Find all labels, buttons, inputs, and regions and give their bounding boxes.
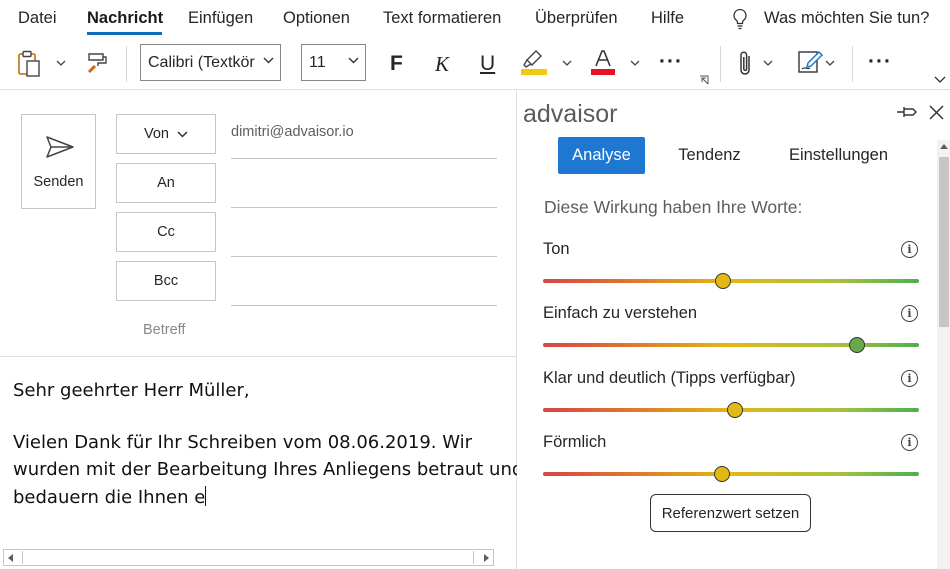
font-name-select[interactable]: Calibri (Textkör xyxy=(140,44,281,81)
metric-label: Klar und deutlich (Tipps verfügbar) xyxy=(543,369,796,387)
tab-analyse[interactable]: Analyse xyxy=(558,137,645,174)
body-line-with-cursor: bedauern die Ihnen e xyxy=(13,486,207,508)
menu-hilfe[interactable]: Hilfe xyxy=(651,9,684,28)
bcc-input[interactable] xyxy=(231,305,497,306)
metric-slider-knob[interactable] xyxy=(726,402,743,418)
lightbulb-icon[interactable] xyxy=(731,8,749,30)
to-button[interactable]: An xyxy=(116,163,216,203)
metric-slider-knob[interactable] xyxy=(713,466,730,482)
tell-me-search[interactable]: Was möchten Sie tun? xyxy=(764,9,929,28)
scroll-up-arrow-icon[interactable] xyxy=(940,144,948,149)
subject-label: Betreff xyxy=(143,322,186,338)
body-line: wurden mit der Bearbeitung Ihres Anliege… xyxy=(13,459,524,480)
info-icon[interactable]: i xyxy=(901,434,918,451)
metric-label: Förmlich xyxy=(543,433,607,451)
bcc-label: Bcc xyxy=(153,273,179,289)
close-icon[interactable] xyxy=(929,105,944,120)
menu-optionen[interactable]: Optionen xyxy=(283,9,350,28)
toolbar-divider xyxy=(720,46,721,82)
toolbar-divider xyxy=(852,46,853,82)
menu-text-formatieren[interactable]: Text formatieren xyxy=(383,9,501,28)
send-icon xyxy=(46,136,74,158)
dialog-launcher-icon[interactable] xyxy=(699,75,709,85)
pane-title: advaisor xyxy=(523,100,618,128)
font-color-chevron-down-icon[interactable] xyxy=(630,60,640,66)
menu-nachricht[interactable]: Nachricht xyxy=(87,9,163,28)
signature-icon[interactable] xyxy=(797,49,823,75)
italic-button[interactable]: K xyxy=(435,52,449,77)
cc-label: Cc xyxy=(157,224,175,240)
tab-tendenz[interactable]: Tendenz xyxy=(666,137,753,174)
format-painter-icon[interactable] xyxy=(86,50,112,74)
info-icon[interactable]: i xyxy=(901,241,918,258)
chevron-down-icon xyxy=(263,57,274,64)
attach-chevron-down-icon[interactable] xyxy=(763,60,773,66)
to-label: An xyxy=(157,175,175,191)
signature-chevron-down-icon[interactable] xyxy=(825,60,835,66)
scroll-left-arrow-icon[interactable] xyxy=(8,554,13,562)
from-label: Von xyxy=(144,126,169,142)
body-line: bedauern die Ihnen e xyxy=(13,487,206,508)
toolbar-divider xyxy=(126,46,127,82)
menu-ueberpruefen[interactable]: Überprüfen xyxy=(535,9,618,28)
paste-chevron-down-icon[interactable] xyxy=(56,60,66,66)
from-field-underline xyxy=(231,158,497,159)
menu-bar: Datei Nachricht Einfügen Optionen Text f… xyxy=(0,0,950,38)
info-icon[interactable]: i xyxy=(901,370,918,387)
metric-label: Ton xyxy=(543,240,570,258)
metric-label: Einfach zu verstehen xyxy=(543,304,698,322)
send-label: Senden xyxy=(33,174,84,190)
menu-einfuegen[interactable]: Einfügen xyxy=(188,9,253,28)
paperclip-icon[interactable] xyxy=(737,50,755,78)
ribbon-toolbar: Calibri (Textkör 11 F K U ··· ··· xyxy=(0,38,950,90)
to-input[interactable] xyxy=(231,207,497,208)
pin-icon[interactable] xyxy=(896,105,918,119)
text-cursor xyxy=(205,486,207,506)
cc-input[interactable] xyxy=(231,256,497,257)
info-icon[interactable]: i xyxy=(901,305,918,322)
font-size-select[interactable]: 11 xyxy=(301,44,366,81)
horizontal-scrollbar[interactable] xyxy=(3,549,494,566)
font-name-value: Calibri (Textkör xyxy=(148,53,255,71)
bold-button[interactable]: F xyxy=(390,52,403,76)
cc-button[interactable]: Cc xyxy=(116,212,216,252)
header-body-divider xyxy=(0,356,516,357)
horizontal-scrollbar-thumb[interactable] xyxy=(22,551,474,564)
highlight-chevron-down-icon[interactable] xyxy=(562,60,572,66)
body-line: Sehr geehrter Herr Müller, xyxy=(13,380,250,401)
chevron-down-icon xyxy=(348,57,359,64)
font-color-icon[interactable] xyxy=(590,48,616,76)
tab-einstellungen[interactable]: Einstellungen xyxy=(778,137,899,174)
font-size-value: 11 xyxy=(309,53,326,71)
vertical-scrollbar-thumb[interactable] xyxy=(939,157,949,327)
scroll-right-arrow-icon[interactable] xyxy=(484,554,489,562)
from-address: dimitri@advaisor.io xyxy=(231,124,354,140)
metric-slider-knob[interactable] xyxy=(848,337,865,353)
from-button[interactable]: Von xyxy=(116,114,216,154)
ribbon-collapse-chevron-icon[interactable] xyxy=(934,76,946,84)
set-reference-button[interactable]: Referenzwert setzen xyxy=(650,494,811,532)
metric-slider-track xyxy=(543,472,919,476)
more-options-icon[interactable]: ··· xyxy=(868,50,892,74)
more-format-options-icon[interactable]: ··· xyxy=(659,50,683,74)
active-menu-underline xyxy=(87,32,162,35)
highlighter-icon[interactable] xyxy=(520,48,548,76)
send-button[interactable]: Senden xyxy=(21,114,96,209)
paste-icon[interactable] xyxy=(17,50,43,78)
pane-heading: Diese Wirkung haben Ihre Worte: xyxy=(544,197,803,217)
body-line: Vielen Dank für Ihr Schreiben vom 08.06.… xyxy=(13,432,473,453)
bcc-button[interactable]: Bcc xyxy=(116,261,216,301)
vertical-scrollbar[interactable] xyxy=(937,140,950,569)
menu-datei[interactable]: Datei xyxy=(18,9,57,28)
chevron-down-icon xyxy=(177,130,188,138)
underline-button[interactable]: U xyxy=(480,52,495,76)
